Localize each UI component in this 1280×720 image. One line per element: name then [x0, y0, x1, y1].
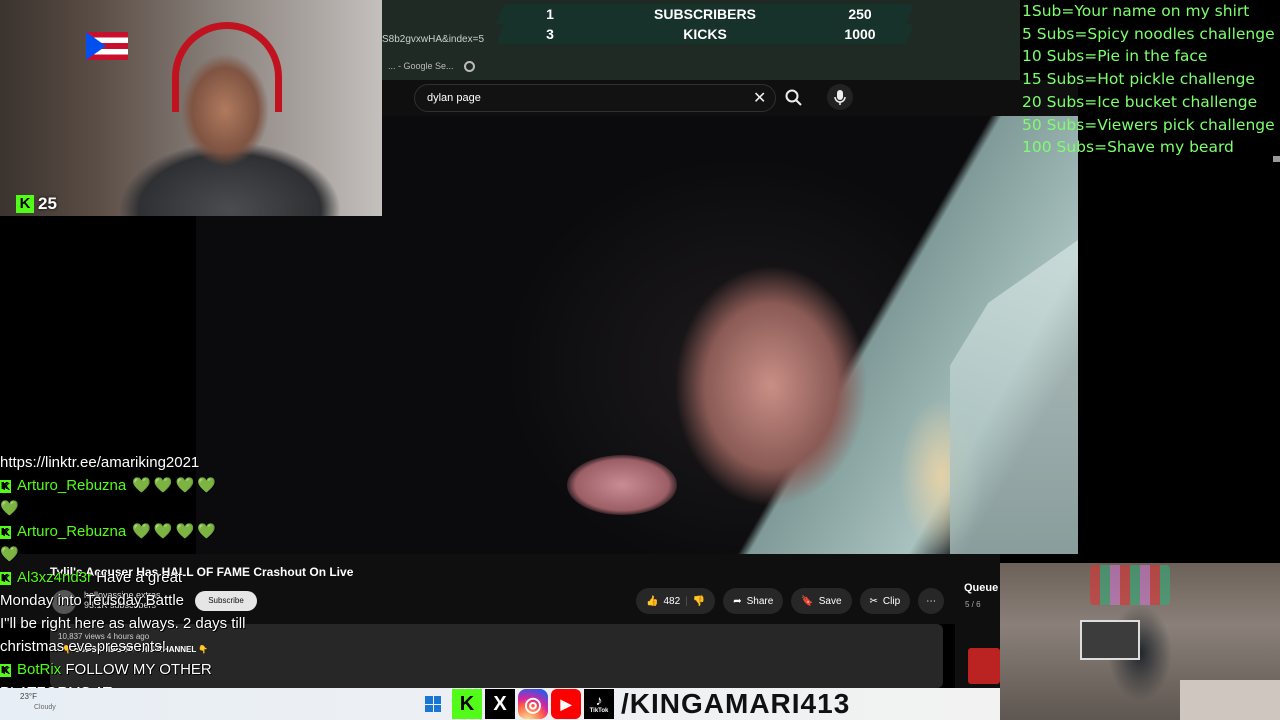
kicks-target: 1000: [844, 26, 876, 42]
scrollbar[interactable]: [1273, 156, 1280, 162]
kick-badge-icon: K: [0, 663, 11, 677]
bookmark-google-search[interactable]: ... - Google Se...: [388, 61, 454, 71]
kicks-current: 3: [546, 26, 554, 42]
like-button[interactable]: 👍 482 | 👎: [636, 588, 716, 614]
chat-message-continuation: 💚: [0, 497, 270, 520]
chat-username: Arturo_Rebuzna: [17, 523, 127, 540]
green-heart-icon: 💚: [0, 500, 19, 517]
kick-count: 25: [38, 194, 57, 213]
kick-badge-icon: K: [0, 525, 11, 539]
scissors-icon: ✂: [869, 595, 878, 607]
chat-message: K Al3xz4nd3r Have a great: [0, 566, 270, 589]
weather-desc: Cloudy: [34, 704, 56, 711]
bookmark-icon: 🔖: [801, 595, 814, 607]
socials-bar: K X ◎ ▶ ♪ TikTok /KINGAMARI413: [425, 688, 850, 720]
chat-username: Arturo_Rebuzna: [17, 477, 127, 494]
puerto-rico-flag: [86, 32, 128, 60]
sub-goal-item: 100 Subs=Shave my beard: [1022, 138, 1234, 157]
kicks-goal-row: 3 KICKS 1000: [496, 24, 914, 44]
instagram-icon: ◎: [518, 689, 548, 719]
sub-goal-item: 20 Subs=Ice bucket challenge: [1022, 92, 1258, 111]
tiktok-label: TikTok: [589, 708, 609, 714]
like-count: 482: [663, 595, 681, 607]
kick-icon: K: [452, 689, 482, 719]
dislike-divider: |: [685, 595, 688, 607]
chat-message: K Arturo_Rebuzna 💚💚💚💚: [0, 520, 270, 543]
chat-message: K BotRix FOLLOW MY OTHER: [0, 658, 270, 681]
youtube-icon: ▶: [551, 689, 581, 719]
chat-text-line: I"ll be right here as always. 2 days til…: [0, 615, 246, 632]
chat-username: BotRix: [17, 661, 62, 678]
kick-badge-icon: K: [0, 571, 11, 585]
close-icon[interactable]: ✕: [753, 88, 766, 108]
x-twitter-icon: X: [485, 689, 515, 719]
share-icon: ➦: [733, 595, 742, 607]
more-actions-button[interactable]: ⋯: [918, 588, 945, 614]
sub-goal-item: 50 Subs=Viewers pick challenge: [1022, 115, 1275, 134]
search-icon[interactable]: [784, 88, 804, 108]
chat-hearts: 💚💚💚💚: [132, 477, 219, 494]
social-handle: /KINGAMARI413: [621, 688, 851, 719]
queue-title: Queue: [964, 582, 999, 594]
chat-hearts: 💚💚💚💚: [132, 523, 219, 540]
chat-text: FOLLOW MY OTHER: [65, 661, 212, 678]
queue-thumbnail[interactable]: [968, 648, 1000, 684]
room-bed: [1180, 680, 1280, 720]
green-heart-icon: 💚: [0, 546, 19, 563]
chat-message: K Arturo_Rebuzna 💚💚💚💚: [0, 474, 270, 497]
kick-counter: K 25: [16, 194, 57, 214]
save-label: Save: [818, 595, 842, 607]
streamer-webcam: [0, 0, 382, 216]
chat-username: Al3xz4nd3r: [17, 569, 93, 586]
video-actions: 👍 482 | 👎 ➦ Share 🔖 Save ✂ Clip ⋯: [636, 588, 945, 614]
more-icon: ⋯: [926, 595, 937, 607]
sub-goal-item: 1Sub=Your name on my shirt: [1022, 2, 1250, 20]
save-button[interactable]: 🔖 Save: [791, 588, 852, 614]
clip-label: Clip: [882, 595, 901, 607]
chrome-icon[interactable]: [463, 60, 475, 72]
sub-goal-item: 15 Subs=Hot pickle challenge: [1022, 70, 1255, 89]
chat-text-line: Monday into Teusday Battle: [0, 592, 185, 609]
queue-count: 5 / 6: [965, 600, 981, 609]
kick-badge-icon: K: [0, 479, 11, 493]
address-bar-fragment[interactable]: S8b2gvxwHA&index=5: [382, 34, 484, 45]
room-hat-shelf: [1090, 565, 1170, 605]
bookmark-bar: ... - Google Se...: [382, 56, 1020, 76]
subscribers-label: SUBSCRIBERS: [654, 6, 756, 22]
microphone-button[interactable]: [827, 84, 853, 110]
subscribers-target: 250: [848, 6, 872, 22]
search-input[interactable]: dylan page: [414, 84, 776, 112]
share-label: Share: [746, 595, 774, 607]
chat-text: Have a great: [96, 569, 183, 586]
windows-start-icon[interactable]: [425, 696, 441, 712]
sub-goal-item: 10 Subs=Pie in the face: [1022, 47, 1208, 66]
chat-link-line: https://linktr.ee/amariking2021: [0, 454, 200, 471]
clip-button[interactable]: ✂ Clip: [859, 588, 911, 614]
kicks-label: KICKS: [683, 26, 727, 42]
thumbs-up-icon: 👍: [646, 595, 659, 607]
video-subject-detail: [567, 455, 677, 515]
goal-bar: 1 SUBSCRIBERS 250 3 KICKS 1000: [496, 4, 914, 44]
sub-goal-item: 5 Subs=Spicy noodles challenge: [1022, 24, 1275, 43]
chat-text-line: christmas eve pressents!: [0, 638, 166, 655]
room-monitor: [1080, 620, 1140, 660]
thumbs-down-icon[interactable]: 👎: [693, 596, 705, 607]
weather-temp: 23°F: [20, 692, 37, 701]
subscribers-current: 1: [546, 6, 554, 22]
tiktok-icon: ♪ TikTok: [584, 689, 614, 719]
microphone-icon: [834, 90, 846, 105]
chat-overlay: https://linktr.ee/amariking2021 K Arturo_…: [0, 451, 270, 704]
stream-overlay: S8b2gvxwHA&index=5 ... - Google Se... 1 …: [0, 0, 1280, 720]
kick-logo-icon: K: [16, 195, 34, 213]
share-button[interactable]: ➦ Share: [723, 588, 784, 614]
subscribers-goal-row: 1 SUBSCRIBERS 250: [496, 4, 914, 24]
headset: [172, 22, 282, 112]
sub-goals-list: 1Sub=Your name on my shirt 5 Subs=Spicy …: [1022, 0, 1280, 159]
chat-message-continuation: 💚: [0, 543, 270, 566]
